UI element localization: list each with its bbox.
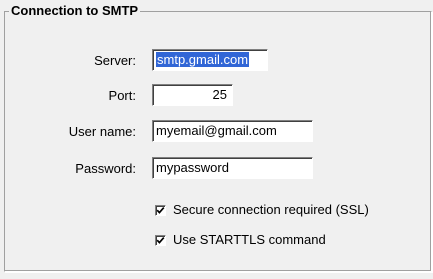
password-label: Password:	[75, 161, 136, 176]
group-title: Connection to SMTP	[9, 3, 141, 19]
port-input[interactable]: 25	[152, 84, 233, 106]
username-input[interactable]: myemail@gmail.com	[152, 120, 313, 142]
server-value: smtp.gmail.com	[156, 52, 250, 67]
ssl-option[interactable]: Secure connection required (SSL)	[155, 202, 369, 218]
starttls-label: Use STARTTLS command	[173, 232, 326, 247]
starttls-option[interactable]: Use STARTTLS command	[155, 232, 326, 248]
server-input[interactable]: smtp.gmail.com	[152, 49, 268, 71]
checkmark-icon	[156, 206, 165, 214]
starttls-checkbox[interactable]	[155, 234, 166, 246]
ssl-checkbox[interactable]	[155, 204, 166, 216]
password-input[interactable]: mypassword	[152, 157, 313, 179]
username-value: myemail@gmail.com	[156, 123, 277, 138]
username-label: User name:	[68, 124, 136, 139]
port-label: Port:	[108, 88, 136, 103]
server-label: Server:	[94, 53, 136, 68]
checkmark-icon	[156, 236, 165, 244]
password-value: mypassword	[156, 160, 229, 175]
ssl-label: Secure connection required (SSL)	[173, 202, 369, 217]
port-value: 25	[212, 87, 227, 102]
